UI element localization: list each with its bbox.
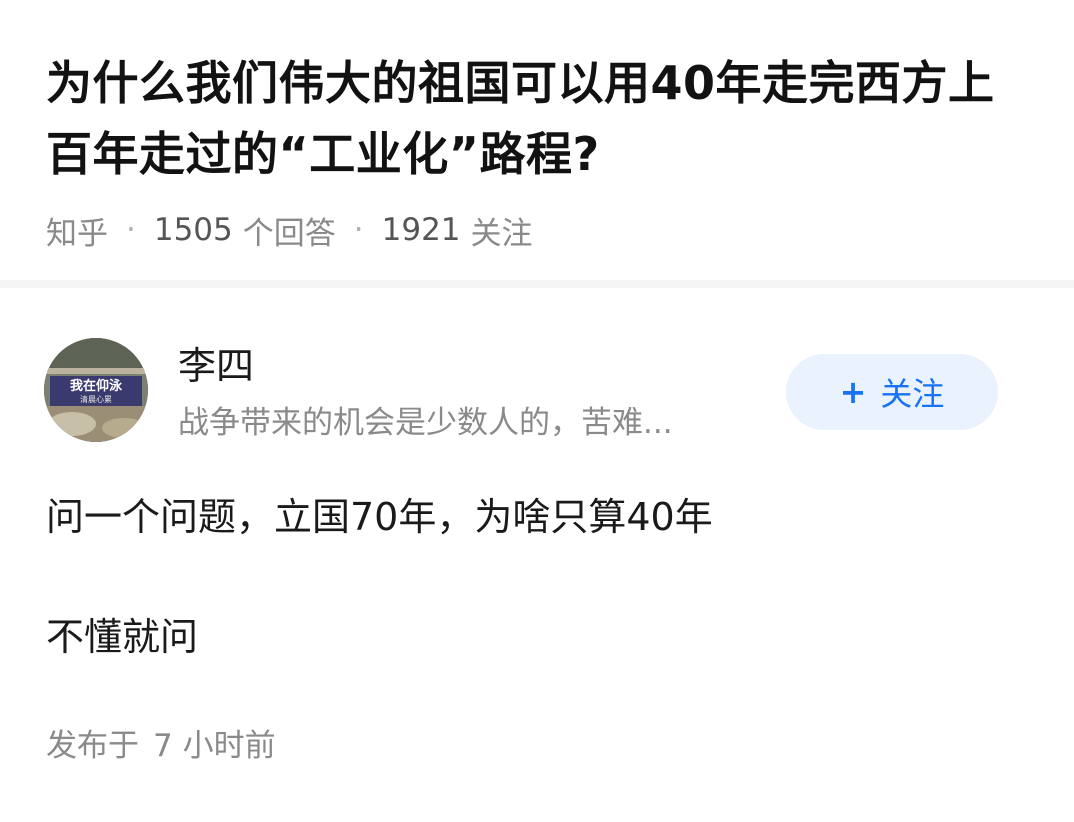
follower-count: 1921	[381, 212, 461, 248]
author-name[interactable]: 李四	[178, 340, 254, 392]
answer-count: 1505	[153, 212, 233, 248]
answer-page: 为什么我们伟大的祖国可以用40年走完西方上百年走过的“工业化”路程? 知乎 · …	[0, 0, 1074, 822]
question-title[interactable]: 为什么我们伟大的祖国可以用40年走完西方上百年走过的“工业化”路程?	[46, 48, 1006, 190]
avatar-image: 我在仰泳 清晨心累	[44, 338, 148, 442]
author-bio: 战争带来的机会是少数人的，苦难...	[178, 405, 673, 441]
question-meta: 知乎 · 1505 个回答 · 1921 关注	[46, 206, 533, 254]
answer-count-label: 个回答	[242, 215, 336, 252]
publish-time-value: 7 小时前	[153, 728, 276, 764]
plus-icon: +	[839, 373, 867, 411]
answer-paragraph: 不懂就问	[46, 615, 199, 659]
separator-dot: ·	[353, 212, 364, 248]
follow-label: 关注	[880, 375, 945, 413]
publish-prefix: 发布于	[46, 728, 139, 764]
follower-count-label: 关注	[470, 215, 533, 252]
separator-dot: ·	[126, 212, 136, 248]
avatar[interactable]: 我在仰泳 清晨心累	[44, 338, 148, 442]
section-divider	[0, 280, 1074, 288]
avatar-text-2: 清晨心累	[80, 394, 112, 404]
avatar-text-1: 我在仰泳	[70, 378, 123, 394]
source-label: 知乎	[46, 215, 108, 252]
publish-time: 发布于 7 小时前	[46, 722, 276, 770]
answer-paragraph: 问一个问题，立国70年，为啥只算40年	[46, 495, 713, 539]
follow-button[interactable]: + 关注	[786, 354, 998, 430]
